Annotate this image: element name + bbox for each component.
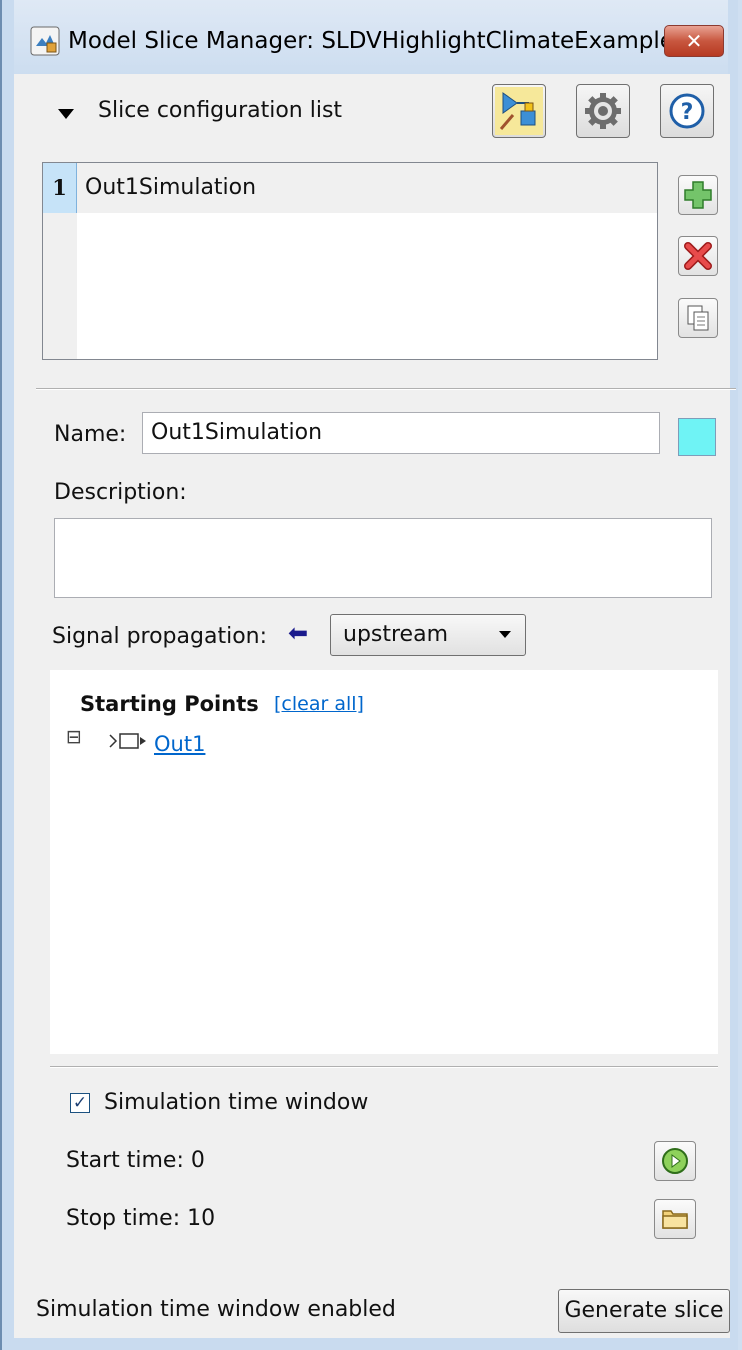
signal-propagation-value: upstream [343,622,449,647]
starting-points-panel: Starting Points [clear all] ⊟ Out1 [50,670,718,1054]
signal-propagation-select[interactable]: upstream [330,614,526,656]
collapse-triangle-icon[interactable] [58,109,74,119]
start-time-display: Start time: 0 [66,1148,205,1173]
settings-button[interactable] [576,84,630,138]
list-item-name: Out1Simulation [85,175,257,200]
list-item-index: 1 [43,163,77,213]
highlight-slice-button[interactable] [492,84,546,138]
stop-time-value: 10 [187,1206,216,1231]
clear-all-link[interactable]: [clear all] [274,693,364,715]
description-label: Description: [54,480,187,505]
app-icon [30,26,60,56]
outport-block-icon [109,733,146,749]
chevron-down-icon [499,631,511,638]
status-message: Simulation time window enabled [36,1297,396,1322]
starting-points-title: Starting Points [80,692,259,716]
window-title: Model Slice Manager: SLDVHighlightClimat… [68,28,674,54]
add-config-button[interactable] [678,175,718,215]
model-slice-manager-window: Model Slice Manager: SLDVHighlightClimat… [0,0,742,1350]
highlight-color-swatch[interactable] [678,418,716,456]
time-divider [50,1066,718,1068]
slice-config-list[interactable]: 1 Out1Simulation [42,162,658,360]
description-field[interactable] [54,518,712,598]
list-item[interactable]: 1 Out1Simulation [43,163,657,213]
add-icon [684,181,712,209]
generate-slice-button[interactable]: Generate slice [558,1289,730,1333]
delete-config-button[interactable] [678,236,718,276]
window-frame-bottom [2,1338,738,1350]
gear-icon [585,93,621,129]
name-field[interactable]: Out1Simulation [142,412,660,454]
starting-point-out1-link[interactable]: Out1 [154,732,205,756]
folder-icon [662,1210,688,1229]
upstream-arrow-icon: ⬅ [288,619,309,647]
start-time-value: 0 [190,1148,205,1173]
stop-time-label: Stop time: [66,1206,181,1231]
copy-config-button[interactable] [678,298,718,338]
help-button[interactable]: ? [660,84,714,138]
collapse-tree-icon[interactable]: ⊟ [66,726,82,748]
close-button[interactable]: ✕ [664,25,724,57]
copy-icon [687,305,709,331]
window-frame-left [2,0,14,1350]
stop-time-display: Stop time: 10 [66,1206,215,1231]
run-simulation-button[interactable] [654,1141,696,1181]
slice-config-header[interactable]: Slice configuration list [98,98,342,123]
svg-text:?: ? [681,100,694,125]
simulation-time-label[interactable]: Simulation time window [104,1090,368,1115]
play-icon [662,1148,688,1174]
help-icon: ? [669,93,705,129]
load-simulation-button[interactable] [654,1199,696,1239]
highlight-slice-icon [495,87,543,135]
simulation-time-checkbox[interactable]: ✓ [70,1093,90,1113]
signal-propagation-label: Signal propagation: [52,624,268,649]
delete-icon [684,242,712,270]
name-label: Name: [54,422,127,447]
section-divider [36,388,736,390]
start-time-label: Start time: [66,1148,184,1173]
